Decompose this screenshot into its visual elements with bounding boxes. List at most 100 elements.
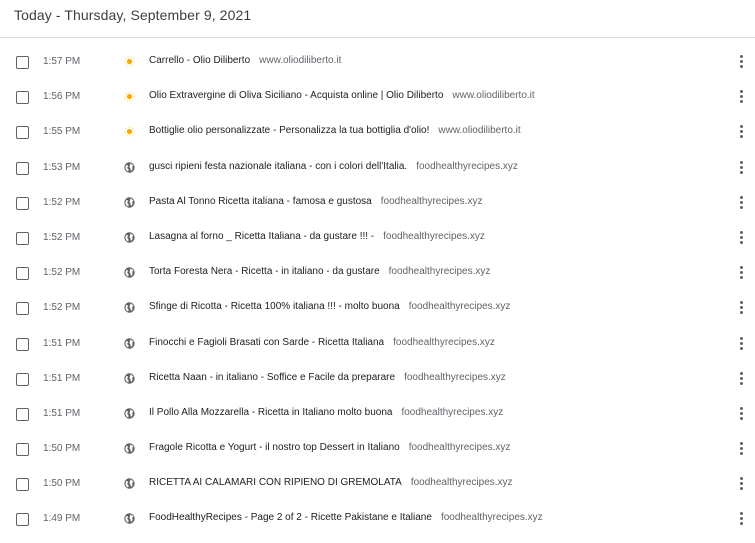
page-domain: foodhealthyrecipes.xyz: [416, 160, 518, 172]
page-title[interactable]: Finocchi e Fagioli Brasati con Sarde - R…: [149, 337, 384, 348]
row-checkbox[interactable]: [16, 196, 29, 210]
history-row[interactable]: 1:51 PM Il Pollo Alla Mozzarella - Ricet…: [0, 397, 755, 432]
more-actions-icon[interactable]: [736, 512, 746, 527]
more-actions-icon[interactable]: [736, 477, 746, 492]
history-row[interactable]: 1:56 PM Olio Extravergine di Oliva Sicil…: [0, 80, 755, 115]
history-entry-link[interactable]: Carrello - Olio Diliberto www.oliodiliber…: [149, 55, 341, 66]
page-domain: foodhealthyrecipes.xyz: [410, 477, 513, 489]
page-title[interactable]: Carrello - Olio Diliberto: [149, 55, 250, 66]
globe-icon: [124, 197, 135, 208]
sun-favicon-icon: [124, 126, 135, 138]
history-row[interactable]: 1:53 PM gusci ripieni festa nazionale it…: [0, 151, 755, 186]
globe-icon: [124, 478, 135, 489]
more-actions-icon[interactable]: [736, 406, 746, 422]
more-actions-icon[interactable]: [736, 230, 746, 246]
visit-time: 1:52 PM: [43, 267, 81, 279]
row-checkbox[interactable]: [16, 372, 29, 386]
globe-icon: [124, 408, 135, 419]
more-actions-icon[interactable]: [736, 301, 746, 316]
row-checkbox[interactable]: [16, 337, 29, 351]
visit-time: 1:50 PM: [43, 478, 81, 490]
history-row[interactable]: 1:51 PM Ricetta Naan - in italiano - Sof…: [0, 362, 755, 397]
history-row[interactable]: 1:57 PM Carrello - Olio Diliberto www.oli…: [0, 45, 755, 80]
history-entry-link[interactable]: gusci ripieni festa nazionale italiana -…: [149, 161, 518, 172]
sun-favicon-icon: [124, 91, 135, 102]
history-entry-link[interactable]: Lasagna al forno _ Ricetta Italiana - da…: [149, 231, 485, 242]
page-title[interactable]: RICETTA AI CALAMARI CON RIPIENO DI GREMO…: [149, 477, 402, 488]
history-entry-link[interactable]: Finocchi e Fagioli Brasati con Sarde - R…: [149, 337, 495, 348]
history-entry-link[interactable]: Bottiglie olio personalizzate - Personal…: [149, 125, 521, 136]
page-title[interactable]: Lasagna al forno _ Ricetta Italiana - da…: [149, 231, 374, 242]
more-actions-icon[interactable]: [736, 195, 746, 211]
row-checkbox[interactable]: [16, 513, 29, 527]
page-domain: foodhealthyrecipes.xyz: [408, 301, 511, 313]
row-checkbox[interactable]: [16, 267, 29, 281]
history-entry-link[interactable]: Pasta Al Tonno Ricetta italiana - famosa…: [149, 196, 482, 207]
row-checkbox[interactable]: [16, 231, 29, 245]
history-row[interactable]: 1:50 PM Fragole Ricotta e Yogurt - il no…: [0, 432, 755, 467]
page-domain: foodhealthyrecipes.xyz: [401, 406, 504, 418]
history-row[interactable]: 1:52 PM Pasta Al Tonno Ricetta italiana …: [0, 186, 755, 221]
history-entry-link[interactable]: Ricetta Naan - in italiano - Soffice e F…: [149, 372, 506, 383]
globe-icon: [124, 443, 135, 454]
more-actions-icon[interactable]: [736, 55, 746, 70]
history-entry-link[interactable]: Sfinge di Ricotta - Ricetta 100% italian…: [149, 301, 510, 312]
history-row[interactable]: 1:52 PM Torta Foresta Nera - Ricetta - i…: [0, 256, 755, 291]
row-checkbox[interactable]: [16, 407, 29, 421]
page-title[interactable]: Ricetta Naan - in italiano - Soffice e F…: [149, 372, 395, 383]
visit-time: 1:51 PM: [43, 407, 81, 419]
history-row[interactable]: 1:51 PM Finocchi e Fagioli Brasati con S…: [0, 327, 755, 362]
page-title[interactable]: Fragole Ricotta e Yogurt - il nostro top…: [149, 442, 400, 453]
page-domain: foodhealthyrecipes.xyz: [408, 442, 511, 454]
page-domain: foodhealthyrecipes.xyz: [380, 195, 483, 207]
globe-icon: [124, 161, 135, 173]
page-title[interactable]: gusci ripieni festa nazionale italiana -…: [149, 161, 407, 172]
more-actions-icon[interactable]: [736, 442, 746, 457]
row-checkbox[interactable]: [16, 91, 29, 105]
row-checkbox[interactable]: [16, 161, 29, 175]
row-checkbox[interactable]: [16, 443, 29, 457]
page-domain: foodhealthyrecipes.xyz: [440, 512, 543, 524]
visit-time: 1:52 PM: [43, 231, 81, 243]
page-title[interactable]: Sfinge di Ricotta - Ricetta 100% italian…: [149, 301, 400, 312]
page-domain: foodhealthyrecipes.xyz: [393, 336, 495, 348]
history-entry-link[interactable]: Fragole Ricotta e Yogurt - il nostro top…: [149, 442, 510, 453]
page-domain: foodhealthyrecipes.xyz: [388, 266, 491, 278]
visit-time: 1:49 PM: [43, 513, 81, 525]
page-domain: www.oliodiliberto.it: [259, 55, 342, 66]
history-entry-link[interactable]: Olio Extravergine di Oliva Siciliano - A…: [149, 90, 535, 101]
page-title[interactable]: Pasta Al Tonno Ricetta italiana - famosa…: [149, 196, 372, 207]
page-title[interactable]: FoodHealthyRecipes - Page 2 of 2 - Ricet…: [149, 512, 432, 523]
visit-time: 1:57 PM: [43, 56, 81, 67]
globe-icon: [124, 267, 135, 278]
more-actions-icon[interactable]: [736, 266, 746, 281]
more-actions-icon[interactable]: [736, 125, 746, 140]
page-domain: www.oliodiliberto.it: [452, 90, 535, 102]
page-domain: foodhealthyrecipes.xyz: [404, 371, 506, 383]
history-entry-link[interactable]: RICETTA AI CALAMARI CON RIPIENO DI GREMO…: [149, 477, 513, 488]
globe-icon: [124, 337, 135, 349]
more-actions-icon[interactable]: [736, 90, 746, 105]
history-entry-link[interactable]: FoodHealthyRecipes - Page 2 of 2 - Ricet…: [149, 512, 543, 523]
page-title[interactable]: Il Pollo Alla Mozzarella - Ricetta in It…: [149, 407, 392, 418]
row-checkbox[interactable]: [16, 126, 29, 140]
history-row[interactable]: 1:52 PM Sfinge di Ricotta - Ricetta 100%…: [0, 291, 755, 326]
page-title[interactable]: Bottiglie olio personalizzate - Personal…: [149, 125, 429, 136]
history-entry-link[interactable]: Il Pollo Alla Mozzarella - Ricetta in It…: [149, 407, 503, 418]
history-row[interactable]: 1:55 PM Bottiglie olio personalizzate - …: [0, 115, 755, 150]
more-actions-icon[interactable]: [736, 160, 746, 176]
row-checkbox[interactable]: [16, 302, 29, 316]
more-actions-icon[interactable]: [736, 371, 746, 387]
more-actions-icon[interactable]: [736, 336, 746, 352]
page-title[interactable]: Torta Foresta Nera - Ricetta - in italia…: [149, 266, 380, 277]
history-list: 1:57 PM Carrello - Olio Diliberto www.oli…: [0, 45, 755, 538]
row-checkbox[interactable]: [16, 478, 29, 492]
day-heading: Today - Thursday, September 9, 2021: [14, 7, 252, 23]
history-entry-link[interactable]: Torta Foresta Nera - Ricetta - in italia…: [149, 266, 490, 277]
history-row[interactable]: 1:50 PM RICETTA AI CALAMARI CON RIPIENO …: [0, 467, 755, 502]
history-row[interactable]: 1:52 PM Lasagna al forno _ Ricetta Itali…: [0, 221, 755, 256]
history-row[interactable]: 1:49 PM FoodHealthyRecipes - Page 2 of 2…: [0, 502, 755, 537]
page-title[interactable]: Olio Extravergine di Oliva Siciliano - A…: [149, 90, 443, 101]
globe-icon: [124, 302, 135, 314]
row-checkbox[interactable]: [16, 56, 29, 69]
